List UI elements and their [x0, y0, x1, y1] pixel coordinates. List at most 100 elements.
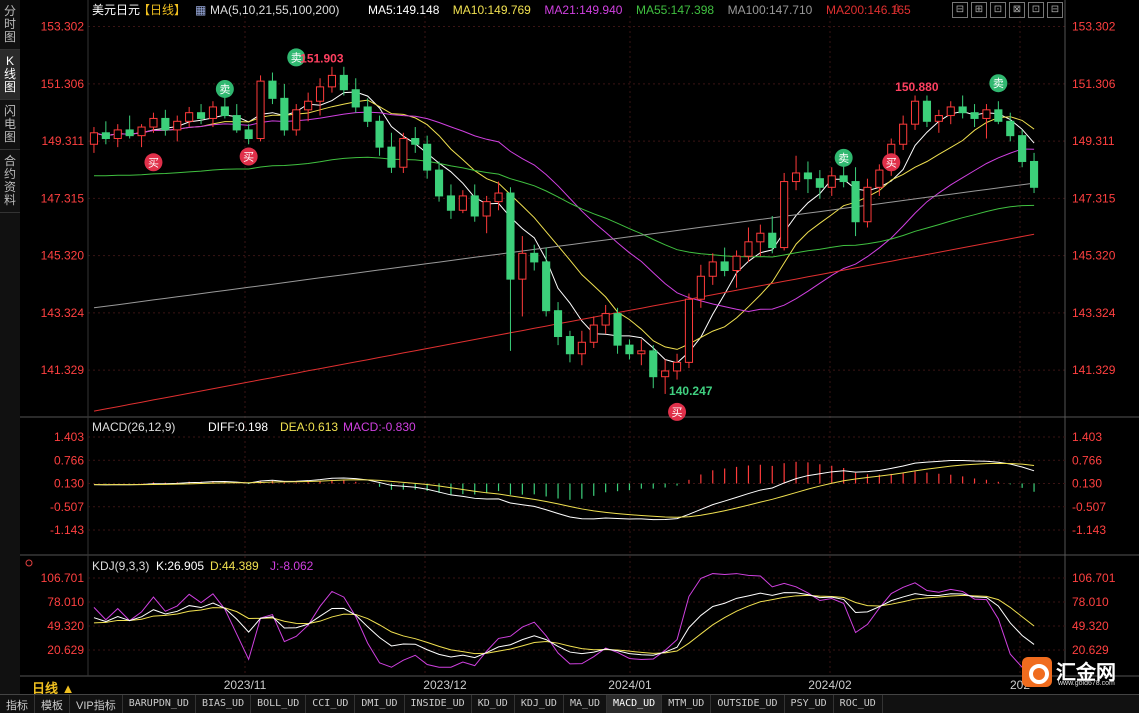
indicator-tab-ma-ud[interactable]: MA_UD: [564, 695, 608, 713]
candle-body: [304, 100, 313, 111]
toolbar-icon-3[interactable]: ⊠: [1009, 2, 1025, 18]
indicator-tab-macd-ud[interactable]: MACD_UD: [607, 695, 663, 713]
candle-body: [756, 232, 765, 243]
candle-body: [780, 181, 789, 249]
macd-tick-right: 0.130: [1072, 477, 1102, 491]
candle-body: [661, 370, 670, 378]
kdj-tick-right: 106.701: [1072, 571, 1116, 585]
candle-body: [423, 143, 432, 171]
price-tick-left: 141.329: [41, 363, 85, 377]
price-tick-left: 149.311: [42, 134, 85, 148]
candle-body: [446, 195, 456, 211]
indicator-tab-mtm-ud[interactable]: MTM_UD: [662, 695, 712, 713]
price-annotation: 150.880: [895, 80, 939, 94]
candle-body: [149, 117, 158, 128]
candle-body: [1018, 135, 1027, 162]
signal-label: 买: [672, 406, 683, 419]
candle-body: [684, 298, 694, 363]
date-tick: 2023/11: [224, 678, 267, 692]
price-tick-right: 141.329: [1072, 363, 1116, 377]
candle-body: [256, 80, 265, 140]
candle-body: [315, 86, 325, 102]
price-tick-left: 145.320: [41, 249, 85, 263]
indicator-tab-dmi-ud[interactable]: DMI_UD: [355, 695, 405, 713]
indicator-tab-vip指标[interactable]: VIP指标: [70, 695, 123, 713]
symbol-label: 美元日元: [92, 3, 140, 17]
candle-body: [161, 117, 170, 131]
toolbar-icon-2[interactable]: ⊡: [990, 2, 1006, 18]
signal-label: 卖: [838, 152, 849, 165]
price-tick-left: 153.302: [41, 20, 85, 34]
candle-body: [958, 106, 967, 114]
candle-body: [649, 350, 658, 378]
indicator-tab-cci-ud[interactable]: CCI_UD: [306, 695, 356, 713]
left-tab-3[interactable]: 合约资料: [0, 150, 20, 213]
candle-body: [506, 192, 515, 280]
ma-legend-item: MA55:147.398: [636, 3, 714, 17]
indicator-tab-kdj-ud[interactable]: KDJ_UD: [515, 695, 564, 713]
candle-body: [744, 241, 753, 257]
signal-label: 买: [148, 156, 159, 169]
indicator-tab-指标[interactable]: 指标: [0, 695, 35, 713]
candle-body: [185, 112, 194, 122]
indicator-tab-boll-ud[interactable]: BOLL_UD: [251, 695, 307, 713]
left-tab-bar: 分时图K线图闪电图合约资料: [0, 0, 21, 694]
ma-legend-item: MA100:147.710: [728, 3, 813, 17]
left-tab-0[interactable]: 分时图: [0, 0, 20, 50]
macd-tick-right: 1.403: [1072, 430, 1102, 444]
toolbar-icon-4[interactable]: ⊡: [1028, 2, 1044, 18]
ma-legend-item: MA10:149.769: [453, 3, 531, 17]
candle-body: [244, 129, 253, 140]
candle-body: [577, 341, 586, 355]
indicator-tab-bias-ud[interactable]: BIAS_UD: [196, 695, 252, 713]
kdj-tick-left: 78.010: [47, 595, 84, 609]
kdj-tick-left: 20.629: [47, 643, 84, 657]
candle-body: [708, 261, 717, 277]
indicator-tab-模板[interactable]: 模板: [35, 695, 70, 713]
indicator-tab-roc-ud[interactable]: ROC_UD: [834, 695, 883, 713]
signal-label: 卖: [993, 77, 1004, 90]
chart-area[interactable]: 买买卖卖买买卖卖151.903150.880140.247 MACD(26,12…: [20, 0, 1139, 694]
candle-body: [791, 172, 801, 183]
candle-body: [625, 344, 634, 355]
left-tab-2[interactable]: 闪电图: [0, 100, 20, 150]
candle-body: [910, 100, 920, 125]
toolbar-icon-5[interactable]: ⊟: [1047, 2, 1063, 18]
kdj-d: D:44.389: [210, 559, 259, 573]
macd-value: MACD:-0.830: [343, 420, 416, 434]
signal-label: 买: [243, 151, 254, 164]
price-tick-right: 151.306: [1072, 77, 1116, 91]
kdj-title: KDJ(9,3,3): [92, 559, 149, 573]
candle-body: [196, 112, 206, 119]
ma-header: MA(5,10,21,55,100,200): [210, 3, 339, 17]
indicator-tab-outside-ud[interactable]: OUTSIDE_UD: [711, 695, 785, 713]
candle-body: [899, 123, 908, 145]
indicator-tab-inside-ud[interactable]: INSIDE_UD: [405, 695, 472, 713]
kdj-tick-right: 49.320: [1072, 619, 1109, 633]
toolbar-icons: ⊟ ⊞ ⊡ ⊠ ⊡ ⊟: [952, 2, 1063, 18]
toolbar-icon-0[interactable]: ⊟: [952, 2, 968, 18]
macd-tick-left: -1.143: [50, 523, 84, 537]
candle-body: [387, 146, 396, 168]
candle-body: [768, 232, 777, 249]
candle-body: [934, 115, 943, 122]
price-tick-right: 145.320: [1072, 249, 1116, 263]
candle-body: [280, 97, 289, 131]
toolbar-icon-1[interactable]: ⊞: [971, 2, 987, 18]
candle-body: [542, 261, 551, 312]
candle-body: [482, 201, 491, 217]
candle-body: [232, 115, 241, 131]
indicator-tab-psy-ud[interactable]: PSY_UD: [785, 695, 834, 713]
indicator-tab-kd-ud[interactable]: KD_UD: [472, 695, 515, 713]
macd-tick-right: -0.507: [1072, 500, 1106, 514]
candle-body: [720, 261, 729, 272]
left-tab-1[interactable]: K线图: [0, 50, 20, 100]
candle-body: [922, 100, 932, 122]
candle-body: [518, 252, 527, 280]
candle-body: [946, 106, 955, 117]
candle-body: [565, 336, 575, 355]
candle-body: [327, 74, 337, 88]
indicator-tab-barupdn-ud[interactable]: BARUPDN_UD: [123, 695, 196, 713]
price-tick-left: 147.315: [41, 191, 85, 205]
candle-body: [208, 106, 218, 119]
